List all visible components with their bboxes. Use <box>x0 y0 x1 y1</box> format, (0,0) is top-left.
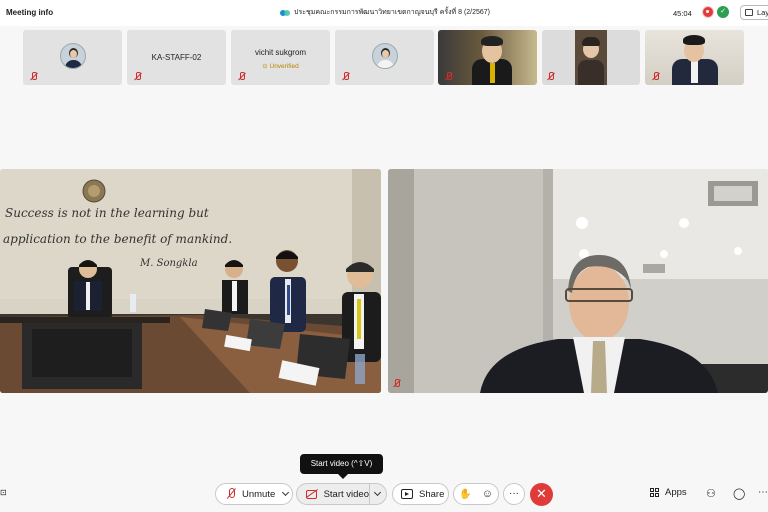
participant-filmstrip: KA-STAFF-02 vichit sukgrom ⊙ Unverified <box>0 30 768 86</box>
muted-mic-icon <box>444 72 453 81</box>
security-shield-icon[interactable]: ✓ <box>717 6 729 18</box>
reactions-emoji-icon[interactable]: ☺ <box>482 488 493 500</box>
audio-options-dropdown[interactable] <box>278 488 292 497</box>
muted-mic-icon <box>392 379 401 388</box>
apps-grid-icon <box>650 487 660 498</box>
participant-tile[interactable]: KA-STAFF-02 <box>127 30 226 85</box>
conference-room-scene <box>0 169 381 393</box>
start-video-control: Start video <box>296 483 387 505</box>
layout-button[interactable]: Lay <box>740 5 768 20</box>
more-icon: ··· <box>509 488 519 499</box>
layout-button-label: Lay <box>757 8 768 17</box>
wall-quote-signature: M. Songkla <box>140 258 198 269</box>
chevron-down-icon <box>281 488 289 497</box>
participant-person <box>670 33 720 85</box>
recording-icon[interactable] <box>702 6 714 18</box>
chat-panel-button[interactable]: ◯ <box>733 487 745 500</box>
camera-off-icon <box>306 489 319 499</box>
close-icon: ✕ <box>536 486 547 501</box>
main-video-speaker[interactable] <box>388 169 768 393</box>
warning-icon: ⊙ <box>262 63 268 70</box>
apps-label: Apps <box>665 487 687 498</box>
start-video-button[interactable]: Start video <box>297 489 369 500</box>
share-button[interactable]: Share <box>392 483 449 505</box>
participant-video[interactable] <box>438 30 537 85</box>
share-label: Share <box>419 488 445 500</box>
chat-bubble-icon: ◯ <box>733 488 746 500</box>
unverified-badge: ⊙ Unverified <box>231 62 330 70</box>
layout-icon <box>745 9 753 16</box>
muted-mic-icon <box>133 72 142 81</box>
participant-person <box>468 35 518 85</box>
mic-off-icon <box>226 488 236 500</box>
more-panels-button[interactable]: ⋯ <box>758 487 768 498</box>
muted-mic-icon <box>546 72 555 81</box>
participant-avatar <box>371 43 398 69</box>
apps-button[interactable]: Apps <box>650 487 687 498</box>
participant-name: KA-STAFF-02 <box>151 53 202 62</box>
video-options-dropdown[interactable] <box>370 488 386 497</box>
wall-quote-line1: Success is not in the learning but <box>5 206 209 220</box>
more-panels-icon: ⋯ <box>758 487 768 498</box>
webex-logo-icon <box>280 9 290 17</box>
wall-quote-line2: application to the benefit of mankind. <box>3 232 233 246</box>
meeting-title: ประชุมคณะกรรมการพัฒนาวิทยาเขตกาญจนบุรี ค… <box>294 9 491 16</box>
unverified-label: Unverified <box>269 63 299 70</box>
start-video-tooltip: Start video (^⇧V) <box>300 454 383 479</box>
muted-mic-icon <box>29 72 38 81</box>
participants-icon: ⚇ <box>706 488 716 500</box>
unmute-control: Unmute <box>215 483 293 505</box>
participant-avatar <box>59 43 86 69</box>
more-options-button[interactable]: ··· <box>503 483 525 505</box>
participant-video[interactable] <box>542 30 640 85</box>
participant-tile[interactable]: vichit sukgrom ⊙ Unverified <box>231 30 330 85</box>
chevron-down-icon <box>374 488 382 497</box>
muted-mic-icon <box>341 72 350 81</box>
speaker-scene <box>388 169 768 393</box>
start-video-label: Start video <box>323 488 369 500</box>
muted-mic-icon <box>651 72 660 81</box>
share-screen-icon <box>401 489 413 499</box>
top-bar: Meeting info ประชุมคณะกรรมการพัฒนาวิทยาเ… <box>0 0 768 26</box>
raise-hand-icon[interactable]: ✋ <box>459 489 471 500</box>
muted-mic-icon <box>237 72 246 81</box>
meeting-title-group: ประชุมคณะกรรมการพัฒนาวิทยาเขตกาญจนบุรี ค… <box>280 7 490 18</box>
captions-icon[interactable]: ⊡ <box>0 488 7 497</box>
reactions-control: ✋ ☺ <box>453 483 499 505</box>
meeting-info-button[interactable]: Meeting info <box>6 8 53 17</box>
participant-video-feed <box>575 30 607 85</box>
participant-tile[interactable] <box>23 30 122 85</box>
leave-meeting-button[interactable]: ✕ <box>530 483 553 506</box>
participant-name: vichit sukgrom <box>254 48 307 57</box>
meeting-toolbar: ⊡ Unmute Start video Share ✋ ☺ ··· ✕ App… <box>0 474 768 512</box>
participants-panel-button[interactable]: ⚇ <box>706 487 716 500</box>
unmute-button[interactable]: Unmute <box>216 488 278 500</box>
unmute-label: Unmute <box>242 488 276 500</box>
meeting-timer: 45:04 <box>673 9 692 18</box>
participant-video[interactable] <box>645 30 744 85</box>
main-video-conference-room[interactable]: Success is not in the learning but appli… <box>0 169 381 393</box>
participant-tile[interactable] <box>335 30 434 85</box>
